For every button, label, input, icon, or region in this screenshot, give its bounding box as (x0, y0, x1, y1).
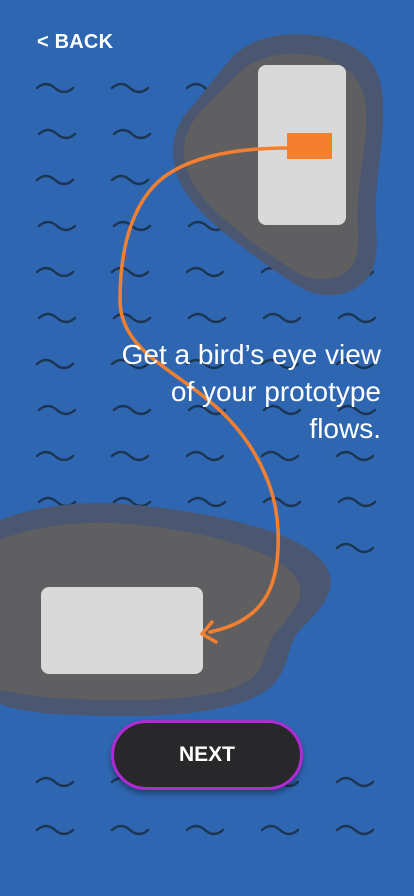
wave-icon (262, 496, 302, 508)
wave-icon (37, 404, 77, 416)
onboarding-screen: < BACK Get a bird’s eye view of your pro… (0, 0, 414, 896)
wave-icon (35, 824, 75, 836)
wave-icon (260, 824, 300, 836)
wave-icon (335, 776, 375, 788)
wave-icon (112, 128, 152, 140)
wave-icon (110, 82, 150, 94)
back-button[interactable]: < BACK (37, 31, 113, 54)
wave-icon (260, 450, 300, 462)
next-button-label: NEXT (178, 743, 235, 766)
wave-icon (335, 824, 375, 836)
wave-icon (37, 312, 77, 324)
wave-icon (335, 542, 375, 554)
wave-icon (185, 450, 225, 462)
wave-icon (337, 496, 377, 508)
onboarding-headline: Get a bird’s eye view of your prototype … (121, 339, 381, 444)
wave-icon (37, 220, 77, 232)
wave-icon (35, 358, 75, 370)
wave-icon (35, 266, 75, 278)
wave-icon (35, 776, 75, 788)
hotspot-marker (287, 133, 332, 159)
wave-icon (337, 312, 377, 324)
next-button[interactable]: NEXT (111, 720, 303, 790)
wave-icon (185, 824, 225, 836)
wave-icon (262, 312, 302, 324)
wave-icon (110, 824, 150, 836)
bottom-screen-card (41, 587, 203, 674)
wave-icon (110, 450, 150, 462)
wave-icon (187, 312, 227, 324)
wave-icon (112, 312, 152, 324)
wave-icon (185, 266, 225, 278)
wave-icon (35, 450, 75, 462)
wave-icon (110, 174, 150, 186)
wave-icon (35, 82, 75, 94)
wave-icon (37, 128, 77, 140)
wave-icon (35, 174, 75, 186)
wave-icon (187, 496, 227, 508)
wave-icon (335, 450, 375, 462)
wave-icon (110, 266, 150, 278)
